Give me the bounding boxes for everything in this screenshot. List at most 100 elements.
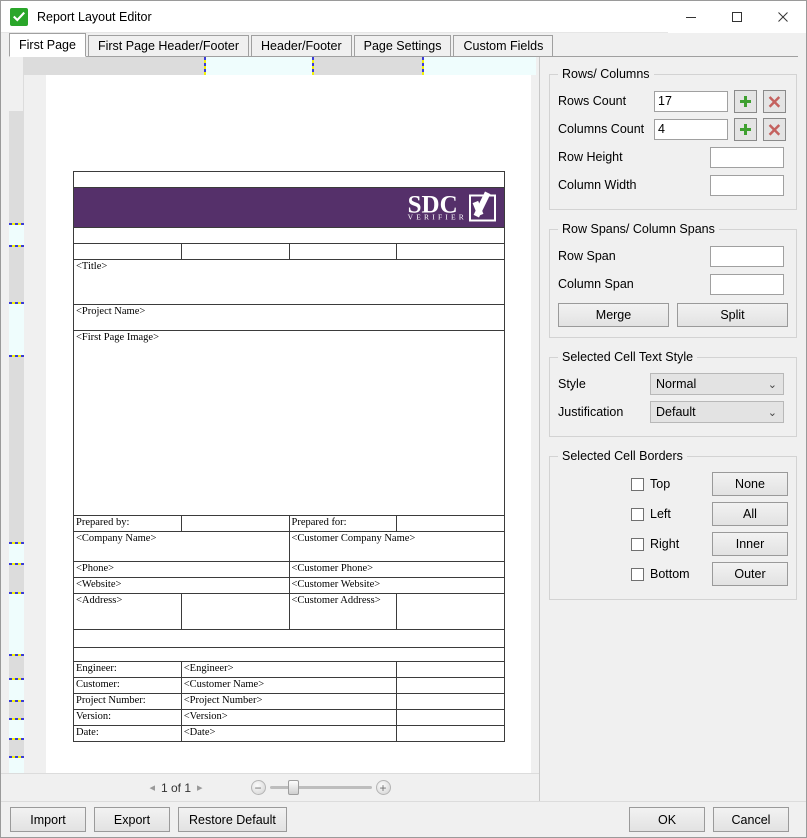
tab-custom-fields[interactable]: Custom Fields	[453, 35, 553, 57]
row-guide-marker[interactable]	[9, 738, 24, 740]
first-page-image-cell[interactable]: <First Page Image>	[74, 331, 505, 516]
add-column-button[interactable]	[734, 118, 757, 141]
import-button[interactable]: Import	[10, 807, 86, 832]
row-span-input[interactable]	[710, 246, 784, 267]
restore-default-button[interactable]: Restore Default	[178, 807, 287, 832]
grid-cell[interactable]	[289, 244, 397, 260]
info-label[interactable]: Engineer:	[74, 662, 182, 678]
logo-cell[interactable]: SDC VERIFIER	[74, 188, 505, 228]
row-guide-marker[interactable]	[9, 654, 24, 656]
customer-address-cell[interactable]: <Customer Address>	[289, 594, 397, 630]
row-guide-marker[interactable]	[9, 245, 24, 247]
table-row[interactable]: <Company Name> <Customer Company Name>	[74, 532, 505, 562]
grid-cell[interactable]	[397, 710, 505, 726]
merge-button[interactable]: Merge	[558, 303, 669, 327]
title-cell[interactable]: <Title>	[74, 260, 505, 305]
tab-first-page[interactable]: First Page	[9, 33, 86, 57]
row-guide-marker[interactable]	[9, 678, 24, 680]
info-value[interactable]: <Customer Name>	[181, 678, 397, 694]
table-row-info[interactable]: Date: <Date>	[74, 726, 505, 742]
column-guide-marker[interactable]	[422, 57, 424, 75]
tab-page-settings[interactable]: Page Settings	[354, 35, 452, 57]
border-all-button[interactable]: All	[712, 502, 788, 526]
grid-cell[interactable]	[74, 228, 505, 244]
justification-select[interactable]: Default ⌄	[650, 401, 784, 423]
border-top-checkbox[interactable]	[631, 478, 644, 491]
info-value[interactable]: <Date>	[181, 726, 397, 742]
add-row-button[interactable]	[734, 90, 757, 113]
address-cell[interactable]: <Address>	[74, 594, 182, 630]
cancel-button[interactable]: Cancel	[713, 807, 789, 832]
next-page-icon[interactable]: ▸	[197, 781, 203, 794]
maximize-button[interactable]	[714, 1, 760, 33]
row-height-input[interactable]	[710, 147, 784, 168]
customer-phone-cell[interactable]: <Customer Phone>	[289, 562, 505, 578]
rows-count-input[interactable]: 17	[654, 91, 728, 112]
page-sheet[interactable]: SDC VERIFIER	[46, 75, 531, 773]
row-guide-marker[interactable]	[9, 700, 24, 702]
border-bottom-checkbox[interactable]	[631, 568, 644, 581]
layout-grid-table[interactable]: SDC VERIFIER	[73, 171, 505, 742]
zoom-out-button[interactable]: −	[251, 780, 266, 795]
border-inner-button[interactable]: Inner	[712, 532, 788, 556]
table-row[interactable]: <First Page Image>	[74, 331, 505, 516]
grid-cell[interactable]	[397, 516, 505, 532]
grid-cell[interactable]	[181, 594, 289, 630]
info-label[interactable]: Date:	[74, 726, 182, 742]
prepared-by-cell[interactable]: Prepared by:	[74, 516, 182, 532]
tab-first-page-header-footer[interactable]: First Page Header/Footer	[88, 35, 249, 57]
row-guide-marker[interactable]	[9, 542, 24, 544]
style-select[interactable]: Normal ⌄	[650, 373, 784, 395]
grid-cell[interactable]	[74, 630, 505, 648]
row-guide-marker[interactable]	[9, 223, 24, 225]
grid-cell[interactable]	[397, 694, 505, 710]
column-width-input[interactable]	[710, 175, 784, 196]
website-cell[interactable]: <Website>	[74, 578, 290, 594]
remove-row-button[interactable]	[763, 90, 786, 113]
tab-header-footer[interactable]: Header/Footer	[251, 35, 352, 57]
info-value[interactable]: <Project Number>	[181, 694, 397, 710]
zoom-slider-thumb[interactable]	[288, 780, 299, 795]
row-guide-marker[interactable]	[9, 355, 24, 357]
close-button[interactable]	[760, 1, 806, 33]
column-span-input[interactable]	[710, 274, 784, 295]
info-label[interactable]: Project Number:	[74, 694, 182, 710]
column-ruler[interactable]	[24, 57, 539, 75]
table-row-logo[interactable]: SDC VERIFIER	[74, 188, 505, 228]
table-row[interactable]: <Phone> <Customer Phone>	[74, 562, 505, 578]
grid-cell[interactable]	[397, 244, 505, 260]
row-guide-marker[interactable]	[9, 302, 24, 304]
grid-cell[interactable]	[181, 516, 289, 532]
previous-page-icon[interactable]: ◂	[149, 781, 155, 794]
grid-cell[interactable]	[397, 678, 505, 694]
table-row[interactable]: <Address> <Customer Address>	[74, 594, 505, 630]
zoom-in-button[interactable]: +	[376, 780, 391, 795]
project-name-cell[interactable]: <Project Name>	[74, 305, 505, 331]
row-guide-marker[interactable]	[9, 756, 24, 758]
preview-canvas[interactable]: SDC VERIFIER	[1, 57, 539, 773]
prepared-for-cell[interactable]: Prepared for:	[289, 516, 397, 532]
table-row[interactable]	[74, 172, 505, 188]
grid-cell[interactable]	[74, 648, 505, 662]
row-ruler[interactable]	[1, 57, 24, 773]
table-row-info[interactable]: Version: <Version>	[74, 710, 505, 726]
table-row-info[interactable]: Engineer: <Engineer>	[74, 662, 505, 678]
row-guide-marker[interactable]	[9, 718, 24, 720]
table-row[interactable]	[74, 244, 505, 260]
border-outer-button[interactable]: Outer	[712, 562, 788, 586]
info-label[interactable]: Customer:	[74, 678, 182, 694]
grid-cell[interactable]	[74, 172, 505, 188]
column-guide-marker[interactable]	[204, 57, 206, 75]
minimize-button[interactable]	[668, 1, 714, 33]
customer-company-name-cell[interactable]: <Customer Company Name>	[289, 532, 505, 562]
border-left-checkbox[interactable]	[631, 508, 644, 521]
table-row[interactable]: <Project Name>	[74, 305, 505, 331]
grid-cell[interactable]	[397, 662, 505, 678]
column-guide-marker[interactable]	[312, 57, 314, 75]
border-right-checkbox[interactable]	[631, 538, 644, 551]
table-row[interactable]	[74, 648, 505, 662]
info-value[interactable]: <Version>	[181, 710, 397, 726]
info-label[interactable]: Version:	[74, 710, 182, 726]
remove-column-button[interactable]	[763, 118, 786, 141]
table-row[interactable]: Prepared by: Prepared for:	[74, 516, 505, 532]
